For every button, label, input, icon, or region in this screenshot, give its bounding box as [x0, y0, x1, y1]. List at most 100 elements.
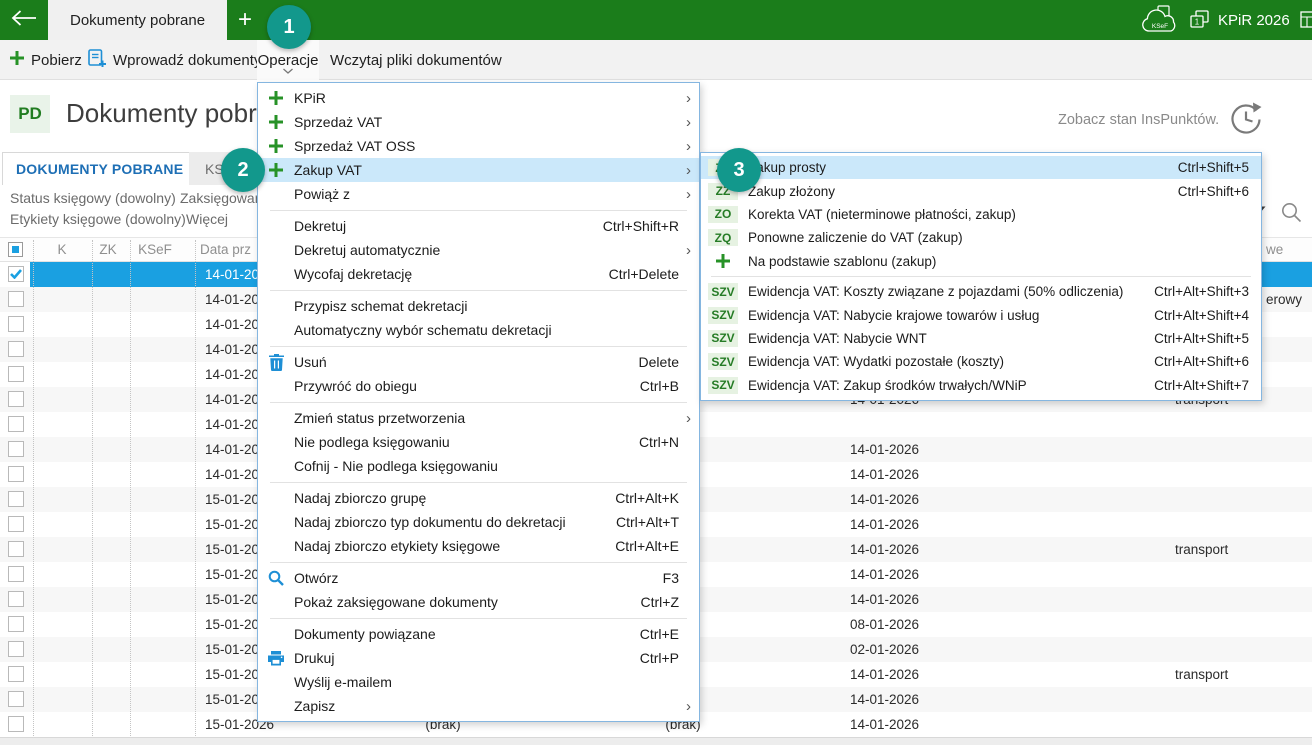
- menu-item-zakup-vat[interactable]: Zakup VAT›: [258, 158, 699, 182]
- submenu-item-ewidencja-vat-zakup-srodkow-trwa-ych-wnip[interactable]: SZVEwidencja VAT: Zakup środków trwałych…: [701, 374, 1261, 397]
- menu-item-sprzedaz-vat[interactable]: Sprzedaż VAT›: [258, 110, 699, 134]
- cell-label: transport: [1175, 537, 1228, 562]
- new-tab-button[interactable]: +: [230, 0, 260, 40]
- menu-item-dekretuj[interactable]: DekretujCtrl+Shift+R: [258, 214, 699, 238]
- row-checkbox[interactable]: [8, 466, 24, 482]
- back-arrow-icon: [11, 9, 37, 32]
- submenu-item-na-podstawie-szablonu-zakup[interactable]: Na podstawie szablonu (zakup): [701, 250, 1261, 273]
- inspunkty-link[interactable]: Zobacz stan InsPunktów.: [1058, 112, 1219, 128]
- row-checkbox[interactable]: [8, 441, 24, 457]
- wprowadz-label: Wprowadź dokumenty: [113, 52, 261, 69]
- document-type-token: ZQ: [708, 229, 738, 246]
- menu-item-otworz[interactable]: OtwórzF3: [258, 566, 699, 590]
- grid-icon-partial[interactable]: [1300, 11, 1312, 33]
- menu-item-nadaj-zbiorczo-typ-dokumentu-do-dekretacji[interactable]: Nadaj zbiorczo typ dokumentu do dekretac…: [258, 510, 699, 534]
- row-checkbox[interactable]: [8, 391, 24, 407]
- menu-item-przywroc-do-obiegu[interactable]: Przywróć do obieguCtrl+B: [258, 374, 699, 398]
- search-icon[interactable]: [1281, 202, 1302, 228]
- filter-zaksiegowan[interactable]: Zaksięgowan: [180, 190, 263, 206]
- period-window-icon[interactable]: 1: [1190, 10, 1210, 34]
- menu-item-shortcut: Ctrl+Alt+T: [616, 514, 679, 530]
- submenu-item-shortcut: Ctrl+Alt+Shift+3: [1154, 284, 1249, 299]
- svg-text:KSeF: KSeF: [1152, 23, 1168, 30]
- menu-item-zapisz[interactable]: Zapisz›: [258, 694, 699, 718]
- back-button[interactable]: [0, 0, 48, 40]
- row-checkbox[interactable]: [8, 291, 24, 307]
- filter-wiecej[interactable]: Więcej: [186, 211, 228, 227]
- row-checkbox[interactable]: [8, 666, 24, 682]
- submenu-item-zakup-prosty[interactable]: ZXZakup prostyCtrl+Shift+5: [701, 156, 1261, 179]
- column-header-ksef[interactable]: KSeF: [128, 238, 182, 262]
- period-label[interactable]: KPiR 2026: [1218, 0, 1290, 40]
- row-checkbox[interactable]: [8, 616, 24, 632]
- menu-item-wycofaj-dekretacje[interactable]: Wycofaj dekretacjęCtrl+Delete: [258, 262, 699, 286]
- submenu-item-korekta-vat-nieterminowe-p-atnosci-zakup[interactable]: ZOKorekta VAT (nieterminowe płatności, z…: [701, 203, 1261, 226]
- row-checkbox[interactable]: [8, 691, 24, 707]
- pobierz-button[interactable]: Pobierz: [10, 40, 82, 80]
- menu-item-dokumenty-powiazane[interactable]: Dokumenty powiązaneCtrl+E: [258, 622, 699, 646]
- submenu-item-ewidencja-vat-wydatki-pozosta-e-koszty[interactable]: SZVEwidencja VAT: Wydatki pozostałe (kos…: [701, 350, 1261, 373]
- menu-item-label: Dokumenty powiązane: [294, 626, 628, 642]
- menu-item-label: Zakup VAT: [294, 162, 667, 178]
- row-checkbox[interactable]: [8, 316, 24, 332]
- submenu-arrow-icon: ›: [679, 243, 691, 258]
- row-checkbox[interactable]: [8, 516, 24, 532]
- menu-item-powiaz-z[interactable]: Powiąż z ›: [258, 182, 699, 206]
- cell-date-issued: 14-01-2026: [850, 712, 919, 737]
- menu-item-kpir[interactable]: KPiR›: [258, 86, 699, 110]
- row-checkbox[interactable]: [8, 416, 24, 432]
- filter-status-ksiegowy[interactable]: Status księgowy (dowolny): [10, 190, 176, 206]
- menu-item-przypisz-schemat-dekretacji[interactable]: Przypisz schemat dekretacji: [258, 294, 699, 318]
- row-checkbox[interactable]: [8, 566, 24, 582]
- menu-item-pokaz-zaksiegowane-dokumenty[interactable]: Pokaż zaksięgowane dokumentyCtrl+Z: [258, 590, 699, 614]
- select-all-checkbox[interactable]: [8, 242, 23, 257]
- window-tab-dokumenty-pobrane[interactable]: Dokumenty pobrane: [48, 0, 227, 40]
- menu-item-nadaj-zbiorczo-etykiety-ksiegowe[interactable]: Nadaj zbiorczo etykiety księgoweCtrl+Alt…: [258, 534, 699, 558]
- menu-item-sprzedaz-vat-oss[interactable]: Sprzedaż VAT OSS›: [258, 134, 699, 158]
- menu-item-nie-podlega-ksiegowaniu[interactable]: Nie podlega księgowaniuCtrl+N: [258, 430, 699, 454]
- column-header-data[interactable]: Data prz: [200, 238, 251, 262]
- row-checkbox[interactable]: [8, 716, 24, 732]
- tab-dokumenty-pobrane[interactable]: DOKUMENTY POBRANE: [2, 152, 197, 185]
- column-header-zk[interactable]: ZK: [88, 238, 128, 262]
- history-clock-icon[interactable]: [1226, 99, 1266, 144]
- row-checkbox[interactable]: [8, 641, 24, 657]
- wczytaj-pliki-button[interactable]: Wczytaj pliki dokumentów: [330, 40, 502, 80]
- menu-item-cofnij-nie-podlega-ksiegowaniu[interactable]: Cofnij - Nie podlega księgowaniu: [258, 454, 699, 478]
- menu-item-label: Automatyczny wybór schematu dekretacji: [294, 322, 667, 338]
- row-checkbox[interactable]: [8, 541, 24, 557]
- menu-item-zmien-status-przetworzenia[interactable]: Zmień status przetworzenia›: [258, 406, 699, 430]
- menu-item-automatyczny-wybor-schematu-dekretacji[interactable]: Automatyczny wybór schematu dekretacji: [258, 318, 699, 342]
- menu-item-shortcut: Ctrl+N: [639, 434, 679, 450]
- submenu-item-shortcut: Ctrl+Alt+Shift+4: [1154, 308, 1249, 323]
- menu-item-label: Powiąż z: [294, 186, 667, 202]
- wprowadz-dokumenty-button[interactable]: Wprowadź dokumenty: [88, 40, 261, 80]
- document-add-icon: [88, 49, 106, 71]
- submenu-item-ewidencja-vat-nabycie-krajowe-towarow-i-us-ug[interactable]: SZVEwidencja VAT: Nabycie krajowe towaró…: [701, 303, 1261, 326]
- submenu-item-ewidencja-vat-nabycie-wnt[interactable]: SZVEwidencja VAT: Nabycie WNTCtrl+Alt+Sh…: [701, 327, 1261, 350]
- menu-separator: [711, 276, 1251, 277]
- submenu-item-zakup-z-ozony[interactable]: ZZZakup złożonyCtrl+Shift+6: [701, 179, 1261, 202]
- submenu-item-ewidencja-vat-koszty-zwiazane-z-pojazdami-50-odliczenia[interactable]: SZVEwidencja VAT: Koszty związane z poja…: [701, 280, 1261, 303]
- menu-item-label: Przypisz schemat dekretacji: [294, 298, 667, 314]
- menu-item-nadaj-zbiorczo-grupe[interactable]: Nadaj zbiorczo grupęCtrl+Alt+K: [258, 486, 699, 510]
- submenu-item-label: Ewidencja VAT: Koszty związane z pojazda…: [748, 284, 1144, 299]
- column-header-fragment[interactable]: we: [1266, 238, 1283, 262]
- submenu-arrow-icon: ›: [679, 187, 691, 202]
- row-checkbox[interactable]: [8, 266, 24, 282]
- ksef-cloud-icon[interactable]: KSeF: [1140, 5, 1184, 40]
- document-type-token: SZV: [708, 307, 738, 324]
- submenu-item-label: Zakup prosty: [748, 160, 1168, 175]
- row-checkbox[interactable]: [8, 366, 24, 382]
- row-checkbox[interactable]: [8, 341, 24, 357]
- filter-etykiety-ksiegowe[interactable]: Etykiety księgowe (dowolny): [10, 211, 186, 227]
- submenu-item-ponowne-zaliczenie-do-vat-zakup[interactable]: ZQPonowne zaliczenie do VAT (zakup): [701, 226, 1261, 249]
- menu-item-shortcut: F3: [663, 570, 679, 586]
- menu-item-drukuj[interactable]: DrukujCtrl+P: [258, 646, 699, 670]
- menu-item-wyslij-e-mailem[interactable]: Wyślij e-mailem: [258, 670, 699, 694]
- menu-item-dekretuj-automatycznie[interactable]: Dekretuj automatycznie›: [258, 238, 699, 262]
- column-header-k[interactable]: K: [40, 238, 84, 262]
- row-checkbox[interactable]: [8, 591, 24, 607]
- row-checkbox[interactable]: [8, 491, 24, 507]
- menu-item-usun[interactable]: UsuńDelete: [258, 350, 699, 374]
